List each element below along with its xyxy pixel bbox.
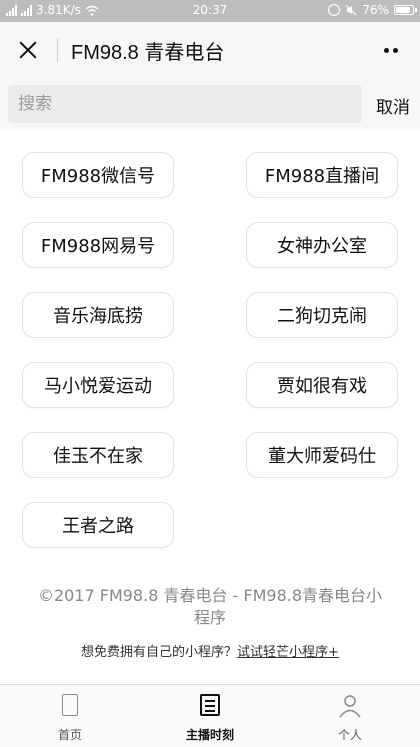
channel-chip[interactable]: 董大师爱码仕 — [246, 432, 398, 478]
status-bar: 3.81K/s 20:37 76% — [0, 0, 420, 22]
battery-percent: 76% — [362, 3, 389, 17]
more-options-icon[interactable] — [374, 38, 408, 62]
search-bar: 取消 — [0, 78, 420, 130]
tab-label: 首页 — [57, 728, 82, 742]
page-icon — [62, 694, 78, 716]
tab-label: 个人 — [337, 728, 362, 742]
tab-profile[interactable]: 个人 — [280, 685, 420, 747]
channel-chip[interactable]: 马小悦爱运动 — [22, 362, 174, 408]
person-icon — [339, 695, 361, 718]
search-input[interactable] — [8, 85, 362, 123]
channel-chip[interactable]: 贾如很有戏 — [246, 362, 398, 408]
channel-chip[interactable]: FM988直播间 — [246, 152, 398, 198]
channel-chip[interactable]: 佳玉不在家 — [22, 432, 174, 478]
promo-text: 想免费拥有自己的小程序？ — [81, 645, 238, 660]
promo-link[interactable]: 试试轻芒小程序+ — [237, 645, 339, 660]
tab-anchor-moments[interactable]: 主播时刻 — [140, 685, 280, 747]
close-icon[interactable] — [12, 34, 44, 66]
alarm-icon — [328, 4, 341, 16]
channel-chip[interactable]: FM988网易号 — [22, 222, 174, 268]
tab-home[interactable]: 首页 — [0, 685, 140, 747]
channel-chip[interactable]: 二狗切克闹 — [246, 292, 398, 338]
promo-line: 想免费拥有自己的小程序？试试轻芒小程序+ — [0, 641, 420, 660]
tab-bar: 首页 主播时刻 个人 — [0, 684, 420, 747]
mute-icon — [345, 4, 357, 16]
battery-level — [396, 7, 410, 13]
list-icon — [200, 694, 220, 716]
battery-icon — [394, 5, 417, 15]
copyright-text: ©2017 FM98.8 青春电台 - FM98.8青春电台小程序 — [37, 586, 383, 627]
channel-chip[interactable]: 王者之路 — [22, 502, 174, 548]
channel-chip[interactable]: 音乐海底捞 — [22, 292, 174, 338]
nav-bar: FM98.8 青春电台 — [0, 22, 420, 78]
nav-divider — [57, 38, 58, 62]
channel-chip[interactable]: FM988微信号 — [22, 152, 174, 198]
status-right: 76% — [328, 3, 417, 17]
channel-chip[interactable]: 女神办公室 — [246, 222, 398, 268]
cancel-button[interactable]: 取消 — [376, 93, 410, 118]
page-title: FM98.8 青春电台 — [71, 42, 225, 64]
tab-label: 主播时刻 — [185, 728, 234, 742]
